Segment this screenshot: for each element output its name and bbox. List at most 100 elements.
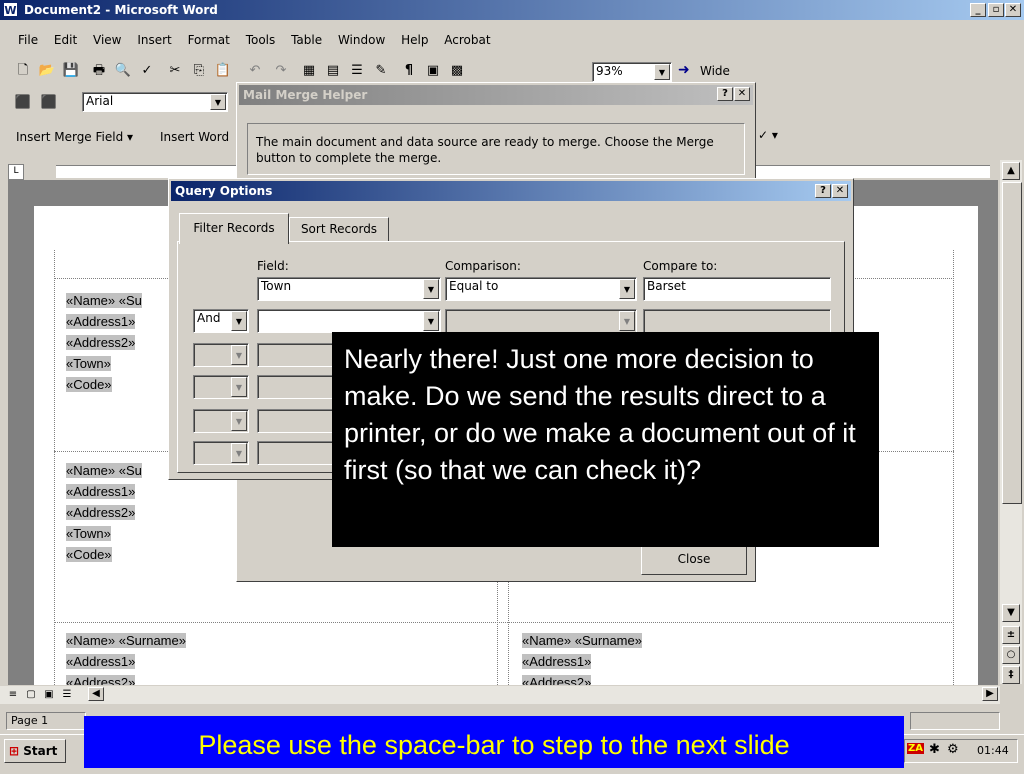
window-titlebar[interactable]: W Document2 - Microsoft Word _ ▫ ✕ [0,0,1024,20]
print-icon[interactable]: 🖶 [90,62,108,80]
start-button[interactable]: ⊞ Start [4,739,66,763]
paste-icon[interactable]: 📋 [214,62,232,80]
helper-close-button[interactable]: Close [641,545,747,575]
tray-app-icon[interactable]: ⚙ [947,742,959,757]
label-block-1: «Name» «Su «Address1» «Address2» «Town» … [66,290,142,395]
save-icon[interactable]: 💾 [62,62,80,80]
connector-select-2[interactable]: And ▼ [193,309,249,333]
previous-page-icon[interactable]: ± [1002,626,1020,644]
language-icon[interactable]: ZA [907,743,924,754]
connector-select-5[interactable]: ▼ [193,409,249,433]
chevron-down-icon: ▼ [231,443,247,463]
insert-table-icon[interactable]: ▤ [324,62,342,80]
connector-select-4[interactable]: ▼ [193,375,249,399]
copy-icon[interactable]: ⎘ [190,62,208,80]
restore-button[interactable]: ▫ [988,3,1004,17]
next-page-icon[interactable]: ‡ [1002,666,1020,684]
chevron-down-icon: ▼ [423,279,439,299]
merge-field-address2: «Address2» [66,335,136,350]
merge-field-code: «Code» [66,377,112,392]
comparison-select-2[interactable]: ▼ [445,309,637,333]
document-map-icon[interactable]: ▣ [424,62,442,80]
menu-acrobat[interactable]: Acrobat [444,33,490,47]
query-titlebar[interactable]: Query Options ? ✕ [171,181,851,201]
merge-field-address2: «Address2» [66,672,186,685]
web-layout-icon[interactable]: ▢ [22,686,40,704]
merge-field-town: «Town» [66,356,111,371]
compare-to-input-2[interactable] [643,309,831,333]
compare-to-input-1[interactable]: Barset [643,277,831,301]
chevron-down-icon: ▼ [619,311,635,331]
word-icon: W [3,2,18,17]
tables-borders-icon[interactable]: ▦ [300,62,318,80]
minimize-button[interactable]: _ [970,3,986,17]
new-document-icon[interactable]: 🗋 [14,62,32,80]
tab-selector-icon[interactable]: L [8,164,24,180]
select-browse-object-icon[interactable]: ○ [1002,646,1020,664]
wide-view-button[interactable]: Wide [700,64,730,78]
vertical-scrollbar[interactable]: ▲ ▼ ± ○ ‡ [1000,160,1022,684]
web-toolbar-icon[interactable]: ▩ [448,62,466,80]
field-select-2[interactable]: ▼ [257,309,441,333]
menu-file[interactable]: File [18,33,38,47]
merge-field-town: «Town» [66,526,111,541]
menu-bar: File Edit View Insert Format Tools Table… [0,30,1024,50]
field-select-1[interactable]: Town ▼ [257,277,441,301]
outline-view-icon[interactable]: ☰ [58,686,76,704]
help-button[interactable]: ? [815,184,831,198]
menu-help[interactable]: Help [401,33,428,47]
merge-field-address1: «Address1» [522,654,592,669]
pdf-email-icon[interactable]: ⬛ [40,94,58,112]
close-button[interactable]: ✕ [1005,3,1021,17]
merge-check-icon[interactable]: ✓ ▾ [758,128,778,142]
tab-filter-records[interactable]: Filter Records [179,213,289,244]
scroll-left-icon[interactable]: ◀ [88,687,104,701]
zoom-select[interactable]: 93% ▼ [592,62,672,82]
columns-icon[interactable]: ☰ [348,62,366,80]
font-select[interactable]: Arial ▼ [82,92,228,112]
close-button[interactable]: ✕ [734,87,750,101]
spelling-icon[interactable]: ✓ [138,62,156,80]
label-block-3: «Name» «Surname» «Address1» «Address2» [66,630,186,685]
scroll-down-icon[interactable]: ▼ [1002,604,1020,622]
open-folder-icon[interactable]: 📂 [38,62,56,80]
insert-merge-field-button[interactable]: Insert Merge Field ▾ [16,130,133,144]
window-title: Document2 - Microsoft Word [24,3,218,17]
connector-select-3[interactable]: ▼ [193,343,249,367]
menu-tools[interactable]: Tools [246,33,276,47]
pdf-icon[interactable]: ⬛ [14,94,32,112]
menu-table[interactable]: Table [291,33,322,47]
show-hide-icon[interactable]: ¶ [400,62,418,80]
merge-field-address2: «Address2» [66,505,136,520]
menu-window[interactable]: Window [338,33,385,47]
label-block-2: «Name» «Su «Address1» «Address2» «Town» … [66,460,142,565]
scroll-thumb[interactable] [1002,182,1022,504]
arrow-right-icon: ➜ [678,62,690,78]
compare-to-header: Compare to: [643,259,718,273]
helper-titlebar[interactable]: Mail Merge Helper ? ✕ [239,85,753,105]
close-button[interactable]: ✕ [832,184,848,198]
undo-icon[interactable]: ↶ [246,62,264,80]
menu-view[interactable]: View [93,33,121,47]
cut-icon[interactable]: ✂ [166,62,184,80]
tray-network-icon[interactable]: ✱ [929,742,940,757]
menu-insert[interactable]: Insert [137,33,171,47]
status-page: Page 1 [6,712,86,730]
insert-word-field-button[interactable]: Insert Word [160,130,229,144]
horizontal-scrollbar[interactable]: ≡ ▢ ▣ ☰ ◀ ▶ [0,686,1000,704]
redo-icon[interactable]: ↷ [272,62,290,80]
comparison-select-1[interactable]: Equal to ▼ [445,277,637,301]
print-layout-icon[interactable]: ▣ [40,686,58,704]
normal-view-icon[interactable]: ≡ [4,686,22,704]
help-button[interactable]: ? [717,87,733,101]
drawing-icon[interactable]: ✎ [372,62,390,80]
menu-edit[interactable]: Edit [54,33,77,47]
tab-sort-records[interactable]: Sort Records [289,217,389,242]
mailmerge-toolbar: Insert Merge Field ▾ Insert Word [0,124,240,150]
chevron-down-icon: ▼ [231,411,247,431]
menu-format[interactable]: Format [188,33,230,47]
scroll-right-icon[interactable]: ▶ [982,687,998,701]
connector-select-6[interactable]: ▼ [193,441,249,465]
print-preview-icon[interactable]: 🔍 [114,62,132,80]
scroll-up-icon[interactable]: ▲ [1002,162,1020,180]
